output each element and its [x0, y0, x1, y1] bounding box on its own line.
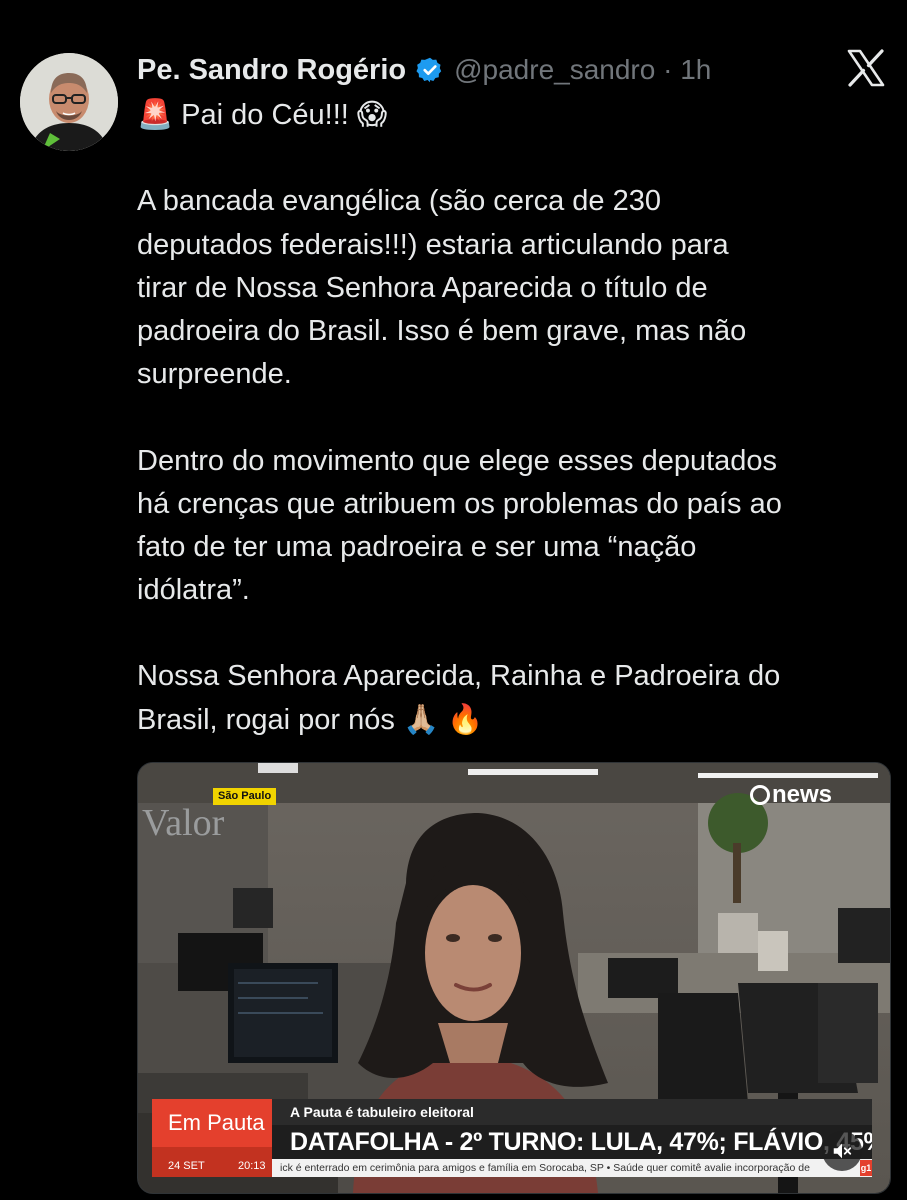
- avatar-photo: [20, 53, 118, 151]
- program-name: Em Pauta: [152, 1099, 272, 1147]
- date-bar: 24 SET 20:13: [152, 1147, 272, 1177]
- paragraph-3-line: Brasil, rogai por nós 🙏🏼 🔥: [137, 703, 484, 736]
- paragraph-2-line: idólatra”.: [137, 574, 250, 607]
- scream-emoji-icon: 😱: [356, 99, 388, 131]
- paragraph-1-line: surpreende.: [137, 358, 292, 391]
- paragraph-1-line: deputados federais!!!) estaria articulan…: [137, 228, 729, 261]
- paragraph-1-line: tirar de Nossa Senhora Aparecida o títul…: [137, 271, 708, 304]
- globo-logo-icon: [750, 785, 770, 805]
- broadcast-date: 24 SET: [168, 1160, 205, 1172]
- verified-badge-icon: [416, 56, 444, 84]
- separator-dot: ·: [663, 54, 673, 85]
- author-avatar[interactable]: [20, 53, 118, 151]
- tweet-text: 🚨 Pai do Céu!!! 😱 A bancada evangélica (…: [137, 94, 892, 742]
- tweet-line-1: 🚨 Pai do Céu!!! 😱: [137, 99, 388, 131]
- siren-emoji-icon: 🚨: [137, 99, 174, 131]
- location-badge: São Paulo: [213, 788, 277, 805]
- news-ticker: ick é enterrado em cerimônia para amigos…: [272, 1159, 872, 1177]
- x-close-icon[interactable]: [846, 48, 886, 88]
- author-handle[interactable]: @padre_sandro · 1h: [454, 54, 711, 86]
- ticker-logo: g1: [860, 1160, 872, 1176]
- headline-main: DATAFOLHA - 2º TURNO: LULA, 47%; FLÁVIO,…: [290, 1128, 872, 1156]
- wall-logo: Valor: [142, 802, 225, 844]
- paragraph-2-line: Dentro do movimento que elege esses depu…: [137, 444, 778, 477]
- pray-emoji-icon: 🙏🏼: [402, 703, 440, 736]
- post-time[interactable]: 1h: [680, 54, 711, 85]
- muted-speaker-icon[interactable]: [822, 1131, 862, 1171]
- headline-small: A Pauta é tabuleiro eleitoral: [290, 1104, 474, 1120]
- paragraph-2-line: fato de ter uma padroeira e ser uma “naç…: [137, 530, 697, 563]
- paragraph-3-line: Nossa Senhora Aparecida, Rainha e Padroe…: [137, 660, 781, 693]
- tweet-video[interactable]: Valor São Paulo news Em Pauta 24 SET 20:…: [137, 762, 891, 1194]
- author-name[interactable]: Pe. Sandro Rogério: [137, 54, 406, 87]
- broadcast-clock: 20:13: [238, 1160, 266, 1172]
- fire-emoji-icon: 🔥: [447, 703, 484, 736]
- paragraph-1-line: padroeira do Brasil. Isso é bem grave, m…: [137, 314, 747, 347]
- paragraph-1-line: A bancada evangélica (são cerca de 230: [137, 185, 661, 218]
- tweet-header: Pe. Sandro Rogério @padre_sandro · 1h: [137, 48, 711, 92]
- channel-logo: news: [750, 781, 832, 809]
- paragraph-2-line: há crenças que atribuem os problemas do …: [137, 487, 782, 520]
